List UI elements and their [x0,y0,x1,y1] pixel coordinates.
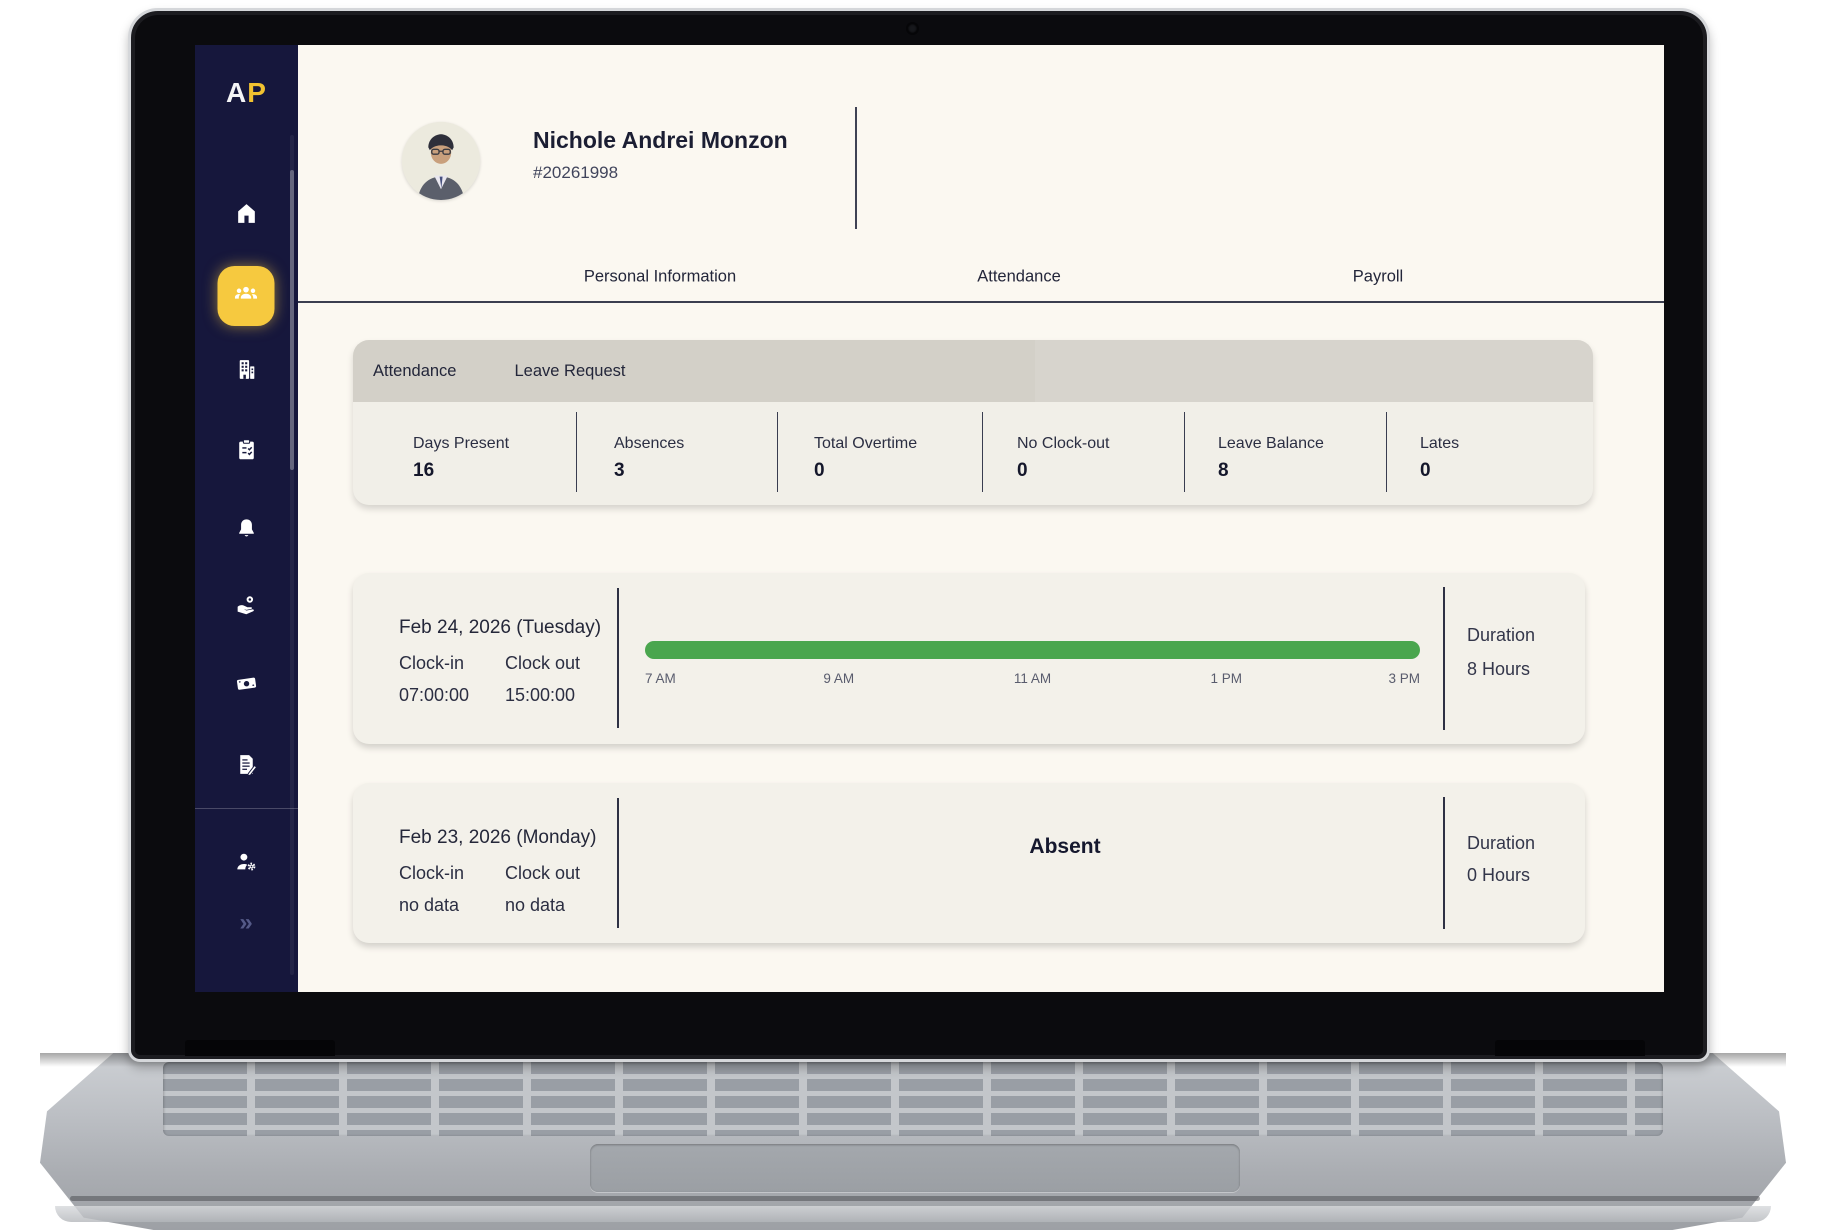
record-date: Feb 24, 2026 (Tuesday) [399,617,601,639]
timeline-tick: 1 PM [1210,671,1242,686]
home-icon [234,201,259,231]
stat-label: Leave Balance [1218,435,1324,453]
absent-status: Absent [1029,835,1100,859]
stat-value: 8 [1218,460,1229,482]
banknote-icon [234,671,259,701]
stat-label: Absences [614,435,684,453]
timeline-tick: 11 AM [1014,671,1051,686]
clock-out-time: 15:00:00 [505,685,575,706]
stat-value: 16 [413,460,434,482]
app-logo: AP [195,77,298,109]
logo-letter-a: A [226,77,247,108]
stat-value: 3 [614,460,625,482]
stat-divider [982,412,983,492]
user-gear-icon [234,849,259,879]
stat-value: 0 [1017,460,1028,482]
laptop-front-lip [70,1196,1760,1201]
subtab-attendance[interactable]: Attendance [373,362,456,381]
sidebar-scrollbar-thumb[interactable] [290,170,294,470]
employee-id: #20261998 [533,163,618,183]
duration-label: Duration [1467,625,1535,646]
laptop-front-edge [55,1206,1771,1222]
stat-label: No Clock-out [1017,435,1109,453]
sidebar-item-contracts[interactable] [226,747,266,787]
employee-avatar [402,122,480,200]
clipboard-check-icon [234,437,259,467]
hinge-notch-right [1495,1040,1645,1056]
sidebar-item-attendance[interactable] [226,432,266,472]
timeline-tick: 3 PM [1388,671,1420,686]
attendance-record-card: Feb 24, 2026 (Tuesday) Clock-in Clock ou… [353,573,1585,744]
subtab-leave-request[interactable]: Leave Request [514,362,625,381]
clock-in-label: Clock-in [399,653,464,674]
worked-hours-bar [645,641,1420,659]
timeline-tick: 7 AM [645,671,676,686]
laptop-keyboard [163,1062,1663,1136]
clock-in-time: 07:00:00 [399,685,469,706]
timeline-tick: 9 AM [823,671,854,686]
duration-value: 0 Hours [1467,865,1530,886]
tab-attendance[interactable]: Attendance [977,268,1060,287]
timeline-axis: 7 AM 9 AM 11 AM 1 PM 3 PM [645,671,1420,691]
sidebar-item-company[interactable] [226,352,266,392]
employees-icon [233,280,260,312]
attendance-subtabs-bar: Attendance Leave Request [353,340,1593,402]
building-icon [234,357,259,387]
record-date: Feb 23, 2026 (Monday) [399,827,597,849]
stat-value: 0 [814,460,825,482]
sidebar-item-cash[interactable] [226,666,266,706]
sidebar-item-notifications[interactable] [226,511,266,551]
stat-label: Total Overtime [814,435,917,453]
stat-divider [1386,412,1387,492]
money-hand-icon [234,592,259,622]
webcam-dot [908,24,917,33]
attendance-record-card: Feb 23, 2026 (Monday) Clock-in Clock out… [353,783,1585,943]
sidebar: AP [195,45,298,992]
tab-payroll[interactable]: Payroll [1353,268,1403,287]
stat-divider [777,412,778,492]
sidebar-item-user-settings[interactable] [226,844,266,884]
tab-personal-information[interactable]: Personal Information [584,268,736,287]
laptop-trackpad [590,1144,1240,1192]
sidebar-item-employees-active[interactable] [218,266,275,326]
employee-name: Nichole Andrei Monzon [533,127,788,154]
hinge-notch-left [185,1040,335,1056]
duration-value: 8 Hours [1467,659,1530,680]
duration-label: Duration [1467,833,1535,854]
header-divider [855,107,857,229]
clock-in-time: no data [399,895,459,916]
sidebar-item-home[interactable] [226,196,266,236]
card-divider [617,588,619,728]
clock-out-label: Clock out [505,863,580,884]
clock-out-time: no data [505,895,565,916]
logo-letter-p: P [247,77,267,108]
document-pen-icon [234,752,259,782]
stat-divider [1184,412,1185,492]
stat-label: Days Present [413,435,509,453]
sidebar-item-payroll[interactable] [226,587,266,627]
clock-out-label: Clock out [505,653,580,674]
tabs-underline [298,301,1664,303]
sidebar-collapse-chevron[interactable]: » [239,909,252,937]
card-divider [617,798,619,928]
stat-label: Lates [1420,435,1459,453]
clock-in-label: Clock-in [399,863,464,884]
card-duration-divider [1443,587,1445,730]
stat-value: 0 [1420,460,1431,482]
attendance-summary-panel: Attendance Leave Request Days Present 16… [353,340,1593,505]
app-screen: AP [195,45,1664,992]
sidebar-divider [195,808,298,809]
bell-icon [234,516,259,546]
card-duration-divider [1443,797,1445,929]
stat-divider [576,412,577,492]
